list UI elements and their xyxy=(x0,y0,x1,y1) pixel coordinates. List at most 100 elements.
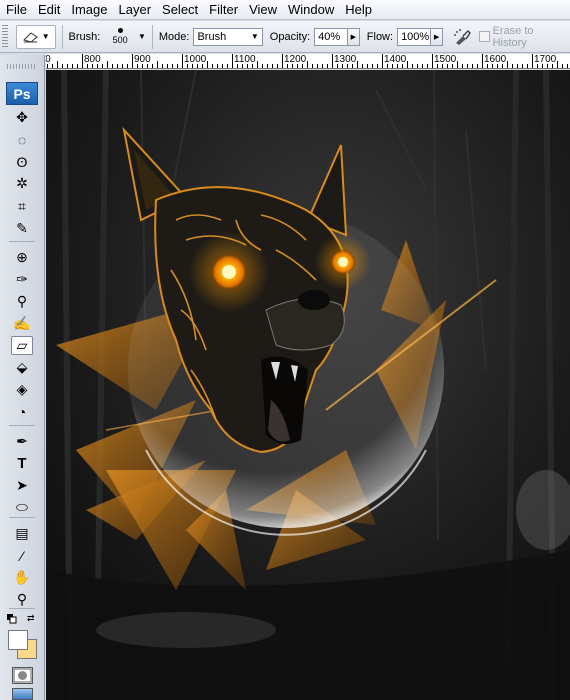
ruler-minor-tick xyxy=(487,64,488,68)
ruler-major-tick xyxy=(132,54,133,68)
dodge-icon[interactable]: ◔ xyxy=(11,402,33,421)
menu-filter[interactable]: Filter xyxy=(203,0,243,20)
mode-label: Mode: xyxy=(158,30,190,43)
ruler-minor-tick xyxy=(547,64,548,68)
marquee-icon[interactable]: ◌ xyxy=(11,130,33,149)
ruler-minor-tick xyxy=(472,64,473,68)
default-colors-icon[interactable] xyxy=(7,614,17,626)
foreground-color-swatch[interactable] xyxy=(8,630,28,650)
ruler-minor-tick xyxy=(77,64,78,68)
ruler-minor-tick xyxy=(87,64,88,68)
ruler-minor-tick xyxy=(387,64,388,68)
brush-tip-icon xyxy=(117,28,123,33)
horizontal-ruler[interactable]: 7008009001000110012001300140015001600170… xyxy=(46,54,570,69)
eraser-icon xyxy=(22,31,38,43)
blur-icon[interactable]: ◈ xyxy=(11,380,33,399)
opacity-label: Opacity: xyxy=(269,30,311,43)
ruler-minor-tick xyxy=(152,64,153,68)
mode-value: Brush xyxy=(197,30,227,43)
notes-icon[interactable]: ▤ xyxy=(11,524,33,543)
airbrush-button[interactable] xyxy=(449,26,477,48)
lasso-icon[interactable]: ʘ xyxy=(11,152,33,171)
ruler-minor-tick xyxy=(557,61,558,68)
opacity-field[interactable]: 40% xyxy=(314,27,348,46)
hand-icon[interactable]: ✋ xyxy=(11,568,33,587)
healing-brush-icon[interactable]: ⊕ xyxy=(11,248,33,267)
ruler-minor-tick xyxy=(347,64,348,68)
ps-logo[interactable]: Ps xyxy=(6,82,38,105)
tool-preset-picker[interactable]: ▼ xyxy=(15,24,56,49)
ruler-minor-tick xyxy=(417,64,418,68)
toolbox-divider xyxy=(9,241,35,242)
ruler-minor-tick xyxy=(492,64,493,68)
menu-view[interactable]: View xyxy=(243,0,282,20)
menu-edit[interactable]: Edit xyxy=(32,0,65,20)
menu-window[interactable]: Window xyxy=(282,0,339,20)
ruler-major-tick xyxy=(232,54,233,68)
ruler-minor-tick xyxy=(267,64,268,68)
zoom-icon[interactable]: ⚲ xyxy=(11,590,33,609)
ruler-minor-tick xyxy=(357,61,358,68)
ruler-minor-tick xyxy=(312,64,313,68)
type-icon[interactable]: T xyxy=(11,454,33,473)
menu-file[interactable]: File xyxy=(0,0,32,20)
ruler-minor-tick xyxy=(127,64,128,68)
color-sampler-icon[interactable]: ⁄ xyxy=(11,546,33,565)
ruler-minor-tick xyxy=(107,61,108,68)
opacity-slider-button[interactable]: ▶ xyxy=(347,27,360,46)
eraser-icon[interactable]: ▱ xyxy=(11,336,33,355)
ruler-minor-tick xyxy=(327,64,328,68)
swap-colors-icon[interactable]: ⇄ xyxy=(27,613,35,624)
ruler-minor-tick xyxy=(342,64,343,68)
toolbox-divider xyxy=(9,608,35,609)
pen-icon[interactable]: ✒ xyxy=(11,432,33,451)
menu-select[interactable]: Select xyxy=(156,0,203,20)
ruler-minor-tick xyxy=(497,64,498,68)
ellipse-icon[interactable]: ⬭ xyxy=(11,498,33,517)
ruler-minor-tick xyxy=(562,64,563,68)
ruler-minor-tick xyxy=(442,64,443,68)
ruler-minor-tick xyxy=(377,64,378,68)
ruler-minor-tick xyxy=(292,64,293,68)
history-brush-icon[interactable]: ✍ xyxy=(11,314,33,333)
document-canvas[interactable] xyxy=(46,70,570,700)
magic-wand-icon[interactable]: ✲ xyxy=(11,174,33,193)
ruler-minor-tick xyxy=(222,64,223,68)
clone-stamp-icon[interactable]: ⚲ xyxy=(11,292,33,311)
opacity-value: 40% xyxy=(318,30,341,43)
flow-field[interactable]: 100% xyxy=(397,27,432,46)
options-grip[interactable] xyxy=(2,24,8,49)
ruler-minor-tick xyxy=(542,64,543,68)
ruler-minor-tick xyxy=(172,64,173,68)
flow-slider-button[interactable]: ▶ xyxy=(431,27,443,46)
mode-select[interactable]: Brush ▼ xyxy=(193,27,263,46)
quick-mask-button[interactable] xyxy=(12,667,33,684)
toolbox-grip[interactable] xyxy=(0,55,44,78)
ruler-major-tick xyxy=(432,54,433,68)
menu-help[interactable]: Help xyxy=(339,0,377,20)
screen-mode-button[interactable] xyxy=(12,688,33,700)
erase-to-history-checkbox[interactable] xyxy=(478,31,490,42)
ruler-minor-tick xyxy=(252,64,253,68)
path-selection-icon[interactable]: ➤ xyxy=(11,476,33,495)
menu-layer[interactable]: Layer xyxy=(113,0,157,20)
artwork xyxy=(46,70,570,700)
ruler-minor-tick xyxy=(237,64,238,68)
ruler-minor-tick xyxy=(277,64,278,68)
ruler-minor-tick xyxy=(187,64,188,68)
ruler-minor-tick xyxy=(217,64,218,68)
crop-icon[interactable]: ⌗ xyxy=(11,197,33,216)
ruler-major-tick xyxy=(532,54,533,68)
brush-picker[interactable]: 500 xyxy=(104,23,136,51)
ruler-minor-tick xyxy=(362,64,363,68)
menu-image[interactable]: Image xyxy=(65,0,112,20)
chevron-down-icon[interactable]: ▼ xyxy=(138,32,146,41)
airbrush-icon xyxy=(453,28,471,45)
paint-bucket-icon[interactable]: ⬙ xyxy=(11,358,33,377)
eyedropper-icon[interactable]: ✎ xyxy=(11,219,33,238)
move-icon[interactable]: ✥ xyxy=(11,108,33,127)
brush-icon[interactable]: ✑ xyxy=(11,270,33,289)
ruler-major-tick xyxy=(382,54,383,68)
ruler-minor-tick xyxy=(462,64,463,68)
ruler-minor-tick xyxy=(62,64,63,68)
